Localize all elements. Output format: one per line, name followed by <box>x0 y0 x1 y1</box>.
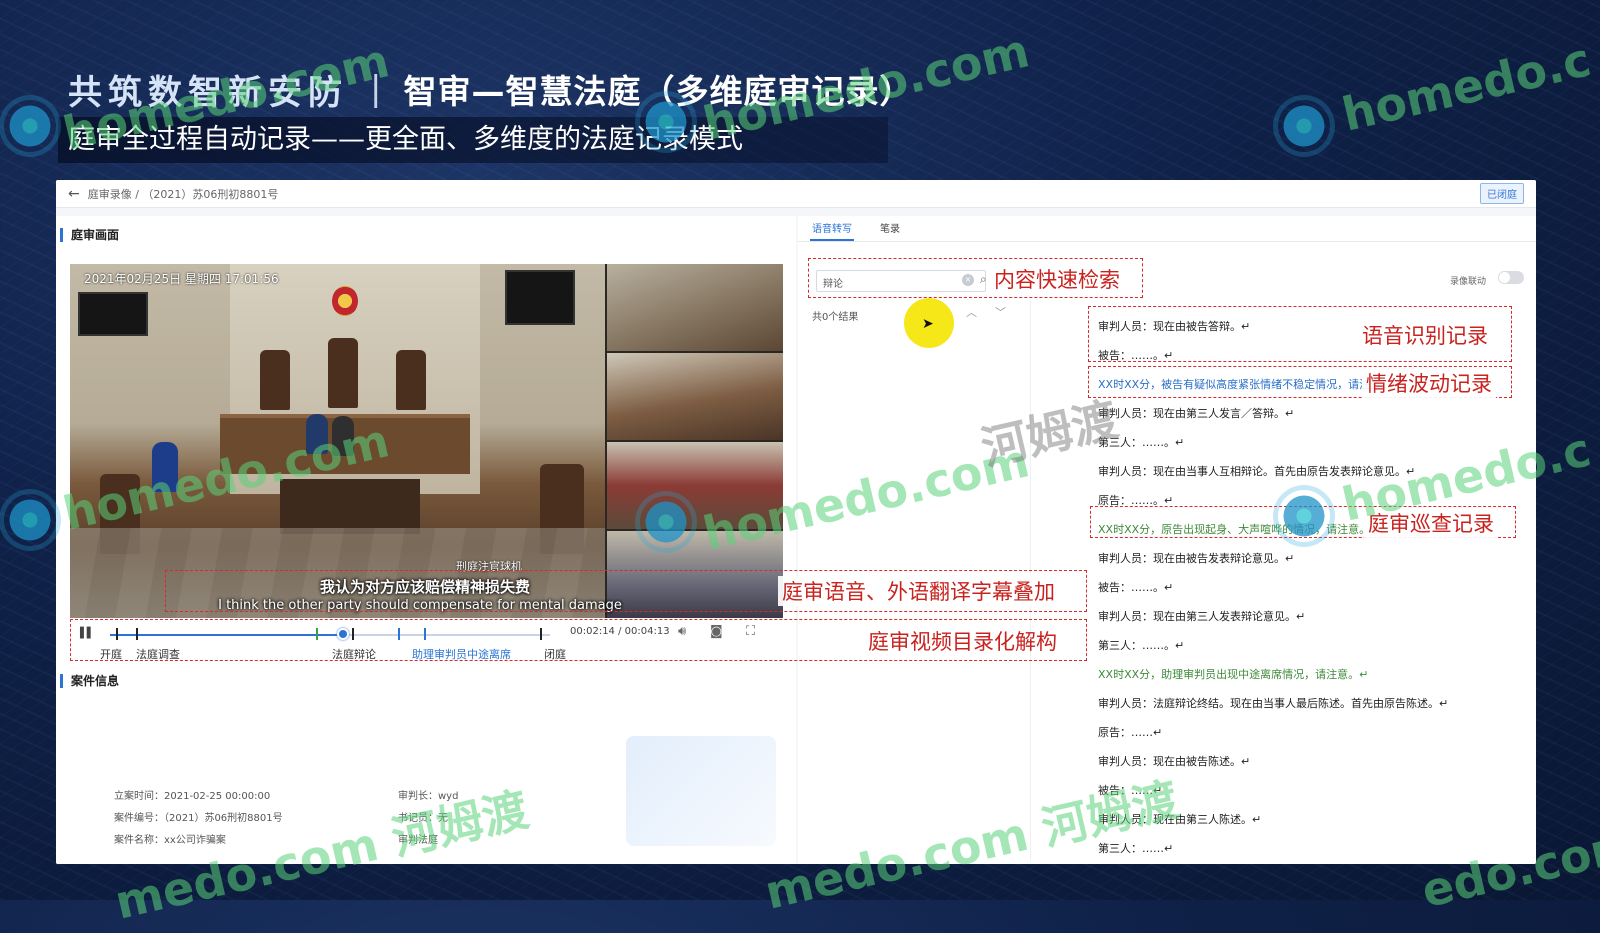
judge-chair <box>396 350 426 410</box>
transcript-line[interactable]: 审判人员：现在由当事人互相辩论。首先由原告发表辩论意见。↵ <box>1098 457 1528 486</box>
transcript-line[interactable]: 被告：……↵ <box>1098 776 1528 805</box>
watermark-logo-icon <box>1278 100 1330 152</box>
national-emblem-icon <box>332 286 358 316</box>
transcript-line[interactable]: 审判人员：现在由被告陈述。↵ <box>1098 747 1528 776</box>
section-title-case: 案件信息 <box>60 674 119 688</box>
annotation-subtitle-overlay: 庭审语音、外语翻译字幕叠加 <box>778 576 1059 606</box>
video-player[interactable]: 2021年02月25日 星期四 17:01:56 刑庭注官球机 我认为对方应该赔… <box>70 264 783 618</box>
watermark-logo-icon <box>4 100 56 152</box>
annotation-search: 内容快速检索 <box>994 268 1120 292</box>
case-name: 案件名称：xx公司诈骗案 <box>114 835 226 846</box>
transcript-line[interactable]: 原告：……↵ <box>1098 718 1528 747</box>
document-illustration-icon <box>626 736 776 846</box>
tab-bar: 语音转写 笔录 <box>798 216 1536 242</box>
transcript-line[interactable]: 第三人：……。↵ <box>1098 428 1528 457</box>
transcript-line[interactable]: XX时XX分，助理审判员出现中途离席情况，请注意。↵ <box>1098 660 1528 689</box>
left-panel: 庭审画面 2021年02月25日 星期四 17:01:56 刑庭注官球机 我认为… <box>56 216 796 864</box>
transcript-line[interactable]: 审判人员：现在由被告发表辩论意见。↵ <box>1098 544 1528 573</box>
transcript-line[interactable]: 审判人员：现在由第三人发言／答辩。↵ <box>1098 399 1528 428</box>
result-nav-arrows[interactable]: ︿﹀ <box>966 304 1024 320</box>
case-row: 案件名称：xx公司诈骗案 审判法庭 <box>114 830 534 852</box>
camera-thumbnail[interactable] <box>607 442 783 529</box>
wall-tv <box>505 270 575 325</box>
clerk: 书记员：无 <box>398 813 448 824</box>
wall-tv <box>78 292 148 336</box>
transcript-line[interactable]: 审判人员：现在由第三人发表辩论意见。↵ <box>1098 602 1528 631</box>
mouse-cursor-icon: ➤ <box>922 316 934 332</box>
transcript-line[interactable]: 审判人员：法庭辩论终结。现在由当事人最后陈述。首先由原告陈述。↵ <box>1098 689 1528 718</box>
judge-chair <box>328 338 358 408</box>
slide-title: 共筑数智新安防 | 智审—智慧法庭（多维庭审记录） <box>68 64 913 114</box>
main-camera-view[interactable] <box>70 264 605 618</box>
filed-time: 立案时间：2021-02-25 00:00:00 <box>114 791 271 802</box>
watermark-logo-icon <box>640 96 692 148</box>
transcript-line[interactable]: 审判人员：现在由第三人陈述。↵ <box>1098 805 1528 834</box>
closed-status-button[interactable]: 已闭庭 <box>1480 183 1524 204</box>
breadcrumb[interactable]: 庭审录像 / （2021）苏06刑初8801号 <box>88 186 279 202</box>
tab-speech-transcript[interactable]: 语音转写 <box>810 216 854 241</box>
case-row: 案件编号：（2021）苏06刑初8801号 书记员：无 <box>114 808 534 830</box>
case-number: 案件编号：（2021）苏06刑初8801号 <box>114 813 283 824</box>
watermark-logo-icon <box>4 494 56 546</box>
annotation-speech: 语音识别记录 <box>1362 324 1488 348</box>
clerk-desk <box>280 479 420 534</box>
slide-subtitle: 庭审全过程自动记录——更全面、多维度的法庭记录模式 <box>58 117 888 163</box>
case-row: 立案时间：2021-02-25 00:00:00 审判长：wyd <box>114 786 534 808</box>
section-title-video: 庭审画面 <box>60 228 119 242</box>
annotation-emotion: 情绪波动记录 <box>1362 368 1496 398</box>
record-link-label: 录像联动 <box>1450 277 1487 287</box>
chief-judge: 审判长：wyd <box>398 791 459 802</box>
annotation-patrol: 庭审巡查记录 <box>1364 508 1498 538</box>
watermark-logo-icon <box>640 496 692 548</box>
case-info: 立案时间：2021-02-25 00:00:00 审判长：wyd 案件编号：（2… <box>114 786 534 852</box>
tab-notes[interactable]: 笔录 <box>878 216 902 241</box>
slide-brand: 共筑数智新安防 <box>68 72 348 113</box>
record-link-toggle[interactable] <box>1498 271 1524 284</box>
transcript-line[interactable]: 被告：……。↵ <box>1098 573 1528 602</box>
person <box>306 414 328 454</box>
transcript-line[interactable]: 第三人：……↵ <box>1098 834 1528 863</box>
top-bar: ← 庭审录像 / （2021）苏06刑初8801号 已闭庭 <box>56 180 1536 208</box>
back-arrow-icon[interactable]: ← <box>68 186 80 202</box>
judge-chair <box>260 350 290 410</box>
title-separator: | <box>370 69 382 109</box>
annotation-video-index: 庭审视频目录化解构 <box>868 630 1057 654</box>
person <box>332 416 354 456</box>
video-timestamp: 2021年02月25日 星期四 17:01:56 <box>84 272 279 286</box>
person <box>152 442 178 492</box>
transcript-line[interactable]: 第三人：……。↵ <box>1098 631 1528 660</box>
camera-thumbnail[interactable] <box>607 353 783 440</box>
camera-thumbnail[interactable] <box>607 264 783 351</box>
result-count: 共0个结果 <box>812 312 859 323</box>
watermark-logo-icon <box>1278 490 1330 542</box>
court: 审判法庭 <box>398 835 438 846</box>
camera-thumbnails <box>607 264 783 618</box>
